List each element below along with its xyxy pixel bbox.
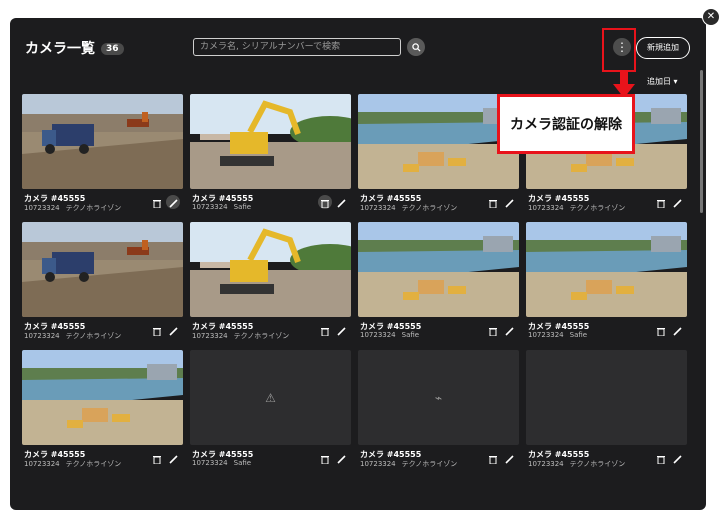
pencil-icon (504, 321, 514, 340)
camera-vendor: Safie (401, 331, 420, 339)
trash-icon (657, 449, 665, 468)
edit-button[interactable] (502, 195, 516, 209)
edit-button[interactable] (166, 323, 180, 337)
camera-vendor: テクノホライゾン (569, 460, 626, 468)
more-button-highlight (602, 28, 636, 72)
camera-count-badge: 36 (101, 43, 124, 55)
delete-button[interactable] (318, 323, 332, 337)
delete-button[interactable] (654, 195, 668, 209)
pencil-icon (672, 449, 682, 468)
add-camera-button[interactable]: 新規追加 (636, 37, 690, 59)
delete-button[interactable] (486, 451, 500, 465)
edit-button[interactable] (670, 323, 684, 337)
trash-icon (657, 321, 665, 340)
edit-button[interactable] (502, 451, 516, 465)
camera-vendor: テクノホライゾン (233, 332, 290, 340)
delete-button[interactable] (318, 195, 332, 209)
callout-box: カメラ認証の解除 (497, 94, 635, 154)
camera-serial: 10723324 テクノホライゾン (24, 332, 122, 340)
edit-button[interactable] (166, 451, 180, 465)
camera-serial: 10723324 Safie (192, 203, 252, 211)
delete-button[interactable] (318, 451, 332, 465)
trash-icon (489, 321, 497, 340)
pencil-icon (672, 193, 682, 212)
camera-serial: 10723324 Safie (360, 331, 420, 339)
camera-thumbnail[interactable] (526, 222, 687, 317)
camera-vendor: Safie (233, 459, 252, 467)
pencil-icon (336, 193, 346, 212)
camera-vendor: テクノホライゾン (401, 460, 458, 468)
edit-button[interactable] (334, 323, 348, 337)
trash-icon (321, 193, 329, 212)
scrollbar[interactable] (700, 70, 703, 213)
search-button[interactable] (407, 38, 425, 56)
edit-button[interactable] (502, 323, 516, 337)
camera-vendor: Safie (233, 203, 252, 211)
camera-vendor: テクノホライゾン (65, 332, 122, 340)
camera-thumbnail[interactable] (190, 94, 351, 189)
camera-thumbnail[interactable] (190, 222, 351, 317)
camera-vendor: テクノホライゾン (65, 460, 122, 468)
edit-button[interactable] (334, 195, 348, 209)
close-button[interactable]: ✕ (702, 8, 720, 26)
trash-icon (153, 449, 161, 468)
pencil-icon (168, 449, 178, 468)
edit-button[interactable] (166, 195, 180, 209)
warning-icon: ⚠ (265, 390, 276, 405)
pencil-icon (504, 193, 514, 212)
edit-button[interactable] (670, 451, 684, 465)
page-title: カメラ一覧 36 (25, 38, 124, 58)
delete-button[interactable] (654, 451, 668, 465)
camera-list-panel: カメラ一覧36 ⋮ 新規追加 追加日 ▾ カメラ #4555510723324テ… (10, 18, 706, 510)
edit-button[interactable] (334, 451, 348, 465)
camera-vendor: テクノホライゾン (65, 204, 122, 212)
camera-serial: 10723324 テクノホライゾン (360, 204, 458, 212)
callout-text: カメラ認証の解除 (510, 117, 622, 133)
delete-button[interactable] (150, 195, 164, 209)
camera-serial: 10723324 Safie (192, 459, 252, 467)
camera-thumbnail[interactable]: ⚠ (190, 350, 351, 445)
trash-icon (657, 193, 665, 212)
trash-icon (153, 193, 161, 212)
pencil-icon (168, 321, 178, 340)
delete-button[interactable] (150, 451, 164, 465)
camera-thumbnail[interactable] (22, 350, 183, 445)
camera-serial: 10723324 テクノホライゾン (24, 460, 122, 468)
camera-serial: 10723324 テクノホライゾン (528, 204, 626, 212)
camera-serial: 10723324 Safie (528, 331, 588, 339)
camera-thumbnail[interactable] (358, 94, 519, 189)
camera-serial: 10723324 テクノホライゾン (360, 460, 458, 468)
trash-icon (321, 449, 329, 468)
camera-thumbnail[interactable] (22, 94, 183, 189)
search-icon (411, 42, 421, 52)
camera-vendor: テクノホライゾン (569, 204, 626, 212)
camera-serial: 10723324 テクノホライゾン (24, 204, 122, 212)
trash-icon (321, 321, 329, 340)
sort-dropdown[interactable]: 追加日 ▾ (647, 76, 678, 87)
delete-button[interactable] (486, 195, 500, 209)
camera-thumbnail[interactable]: ⌁ (358, 350, 519, 445)
camera-thumbnail[interactable] (22, 222, 183, 317)
camera-vendor: テクノホライゾン (401, 204, 458, 212)
trash-icon (153, 321, 161, 340)
camera-thumbnail[interactable] (358, 222, 519, 317)
delete-button[interactable] (150, 323, 164, 337)
trash-icon (489, 193, 497, 212)
delete-button[interactable] (486, 323, 500, 337)
trash-icon (489, 449, 497, 468)
camera-thumbnail[interactable] (526, 350, 687, 445)
pencil-icon (672, 321, 682, 340)
pencil-icon (168, 193, 178, 212)
no-signal-icon: ⌁ (434, 390, 443, 405)
delete-button[interactable] (654, 323, 668, 337)
pencil-icon (336, 449, 346, 468)
edit-button[interactable] (670, 195, 684, 209)
camera-serial: 10723324 テクノホライゾン (528, 460, 626, 468)
camera-serial: 10723324 テクノホライゾン (192, 332, 290, 340)
pencil-icon (336, 321, 346, 340)
camera-vendor: Safie (569, 331, 588, 339)
pencil-icon (504, 449, 514, 468)
search-input[interactable] (193, 38, 401, 56)
